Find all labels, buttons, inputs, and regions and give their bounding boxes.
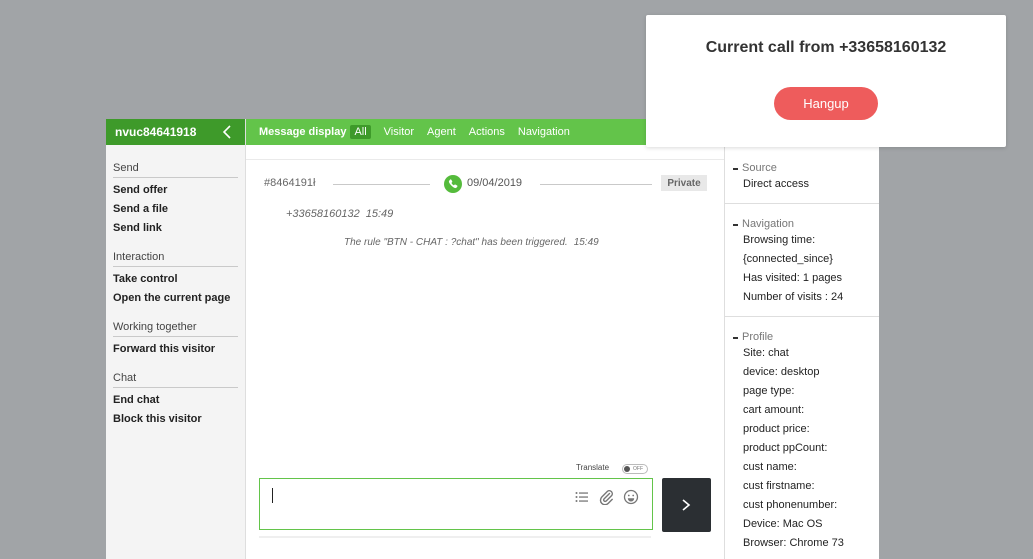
conversation-panel: #8464191ł 09/04/2019 Private +3365816013… [246, 145, 724, 559]
detail-item: Device: Mac OS [743, 518, 823, 530]
toggle-state: OFF [633, 466, 643, 472]
detail-item: cust name: [743, 461, 797, 473]
message-time: 15:49 [365, 208, 394, 220]
details-navigation: Navigation Browsing time: {connected_sin… [733, 218, 873, 307]
chevron-right-icon [682, 499, 691, 511]
detail-item: page type: [743, 385, 795, 397]
call-popup-title: Current call from +33658160132 [705, 39, 947, 56]
private-badge: Private [661, 175, 707, 191]
detail-item: cust phonenumber: [743, 499, 838, 511]
section-send: Send Send offer Send a file Send link [113, 145, 238, 235]
send-offer-link[interactable]: Send offer [113, 184, 238, 197]
details-profile: Profile Site: chat device: desktop page … [733, 331, 873, 553]
tab-navigation[interactable]: Navigation [518, 126, 570, 138]
chevron-left-icon[interactable] [221, 123, 235, 141]
current-call-popup: Current call from +33658160132 Hangup [646, 15, 1006, 147]
visitor-details-panel: Source Direct access Navigation Browsing… [724, 145, 879, 559]
visitor-header: nvuc84641918 [106, 119, 245, 145]
chat-app: nvuc84641918 Send Send offer Send a file… [106, 119, 879, 559]
tab-agent[interactable]: Agent [427, 126, 456, 138]
divider [540, 184, 652, 185]
left-panel: nvuc84641918 Send Send offer Send a file… [106, 119, 246, 559]
end-chat-link[interactable]: End chat [113, 394, 238, 407]
tab-visitor[interactable]: Visitor [384, 126, 414, 138]
section-working-together: Working together Forward this visitor [113, 305, 238, 356]
message-text: The rule "BTN - CHAT : ?chat" has been t… [344, 237, 568, 248]
message: The rule "BTN - CHAT : ?chat" has been t… [344, 237, 599, 248]
message-text: +33658160132 [286, 208, 360, 220]
translate-label: Translate [576, 463, 610, 472]
detail-item: cust firstname: [743, 480, 815, 492]
detail-item: cart amount: [743, 404, 805, 416]
open-current-page-link[interactable]: Open the current page [113, 292, 238, 305]
text-caret [272, 488, 273, 503]
detail-item: {connected_since} [743, 253, 833, 265]
phone-icon [444, 175, 462, 193]
detail-item: Browsing time: [743, 234, 816, 246]
section-title: Working together [113, 305, 238, 337]
conversation-id: #8464191ł [264, 177, 316, 189]
send-button[interactable] [662, 478, 711, 532]
emoji-icon[interactable] [623, 489, 639, 505]
paperclip-icon[interactable] [598, 489, 614, 506]
forward-visitor-link[interactable]: Forward this visitor [113, 343, 238, 356]
detail-item: Site: chat [743, 347, 789, 359]
divider [259, 536, 651, 538]
detail-item: product price: [743, 423, 810, 435]
section-interaction: Interaction Take control Open the curren… [113, 235, 238, 305]
detail-item: device: desktop [743, 366, 820, 378]
divider [246, 145, 724, 160]
send-file-link[interactable]: Send a file [113, 203, 238, 216]
message-time: 15:49 [573, 237, 599, 248]
take-control-link[interactable]: Take control [113, 273, 238, 286]
section-title: Chat [113, 356, 238, 388]
tab-actions[interactable]: Actions [469, 126, 505, 138]
details-section-title[interactable]: Profile [733, 331, 873, 344]
divider [725, 316, 879, 317]
block-visitor-link[interactable]: Block this visitor [113, 413, 238, 426]
details-source: Source Direct access [733, 162, 873, 194]
list-icon[interactable] [574, 489, 590, 505]
details-section-title[interactable]: Navigation [733, 218, 873, 231]
conversation-date: 09/04/2019 [467, 177, 523, 189]
detail-item: Direct access [743, 178, 810, 190]
detail-item: Has visited: 1 pages [743, 272, 843, 284]
hangup-button[interactable]: Hangup [774, 87, 878, 120]
toggle-knob [624, 466, 630, 472]
section-title: Interaction [113, 235, 238, 267]
conversation-header: #8464191ł 09/04/2019 Private [246, 173, 724, 193]
section-title: Send [113, 145, 238, 178]
detail-item: Browser: Chrome 73 [743, 537, 844, 549]
visitor-id: nvuc84641918 [115, 125, 197, 139]
message-input[interactable] [259, 478, 653, 530]
message: +33658160132 15:49 [286, 208, 393, 220]
details-section-title[interactable]: Source [733, 162, 873, 175]
tab-all[interactable]: All [350, 125, 371, 139]
divider [725, 203, 879, 204]
translate-toggle[interactable]: OFF [622, 464, 648, 474]
detail-item: product ppCount: [743, 442, 828, 454]
divider [333, 184, 430, 185]
message-display-label: Message display [259, 126, 347, 138]
detail-item: Number of visits : 24 [743, 291, 844, 303]
send-link-link[interactable]: Send link [113, 222, 238, 235]
section-chat: Chat End chat Block this visitor [113, 356, 238, 426]
